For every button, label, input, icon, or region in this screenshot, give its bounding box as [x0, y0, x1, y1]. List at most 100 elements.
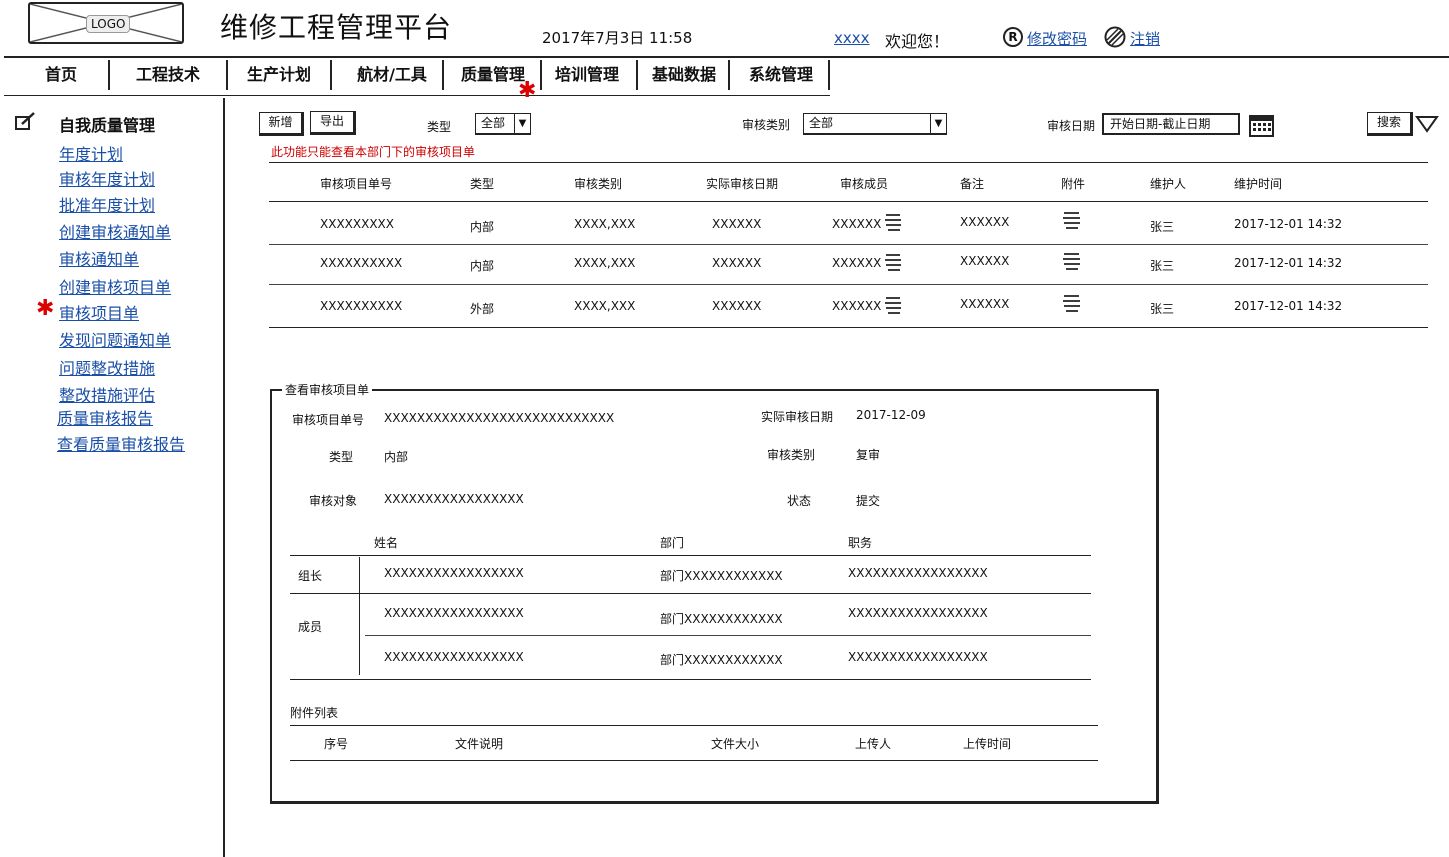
- member-dept-cell: 部门XXXXXXXXXXXX: [660, 653, 783, 667]
- column-header: 维护时间: [1234, 177, 1283, 191]
- category-cell: XXXX,XXX: [574, 299, 636, 313]
- audit-category-label: 审核类别: [742, 118, 791, 132]
- maintain-time-cell: 2017-12-01 14:32: [1234, 256, 1343, 270]
- members-role-divider: [359, 557, 360, 675]
- attachment-column-header: 文件说明: [455, 737, 504, 751]
- permission-notice: 此功能只能查看本部门下的审核项目单: [271, 145, 476, 159]
- nav-engineering[interactable]: 工程技术: [114, 62, 222, 90]
- search-button[interactable]: 搜索: [1367, 112, 1413, 136]
- leader-label: 组长: [298, 569, 323, 583]
- nav-materials-tools[interactable]: 航材/工具: [342, 62, 442, 90]
- sidebar-title: 自我质量管理: [59, 116, 156, 135]
- members-cell: XXXXXX: [832, 256, 882, 270]
- member-title-cell: XXXXXXXXXXXXXXXXX: [848, 650, 988, 664]
- table-bottom-border: [269, 327, 1428, 328]
- nav-base-data[interactable]: 基础数据: [644, 62, 724, 90]
- order-no-cell: XXXXXXXXXX: [320, 299, 403, 313]
- sidebar-item-review-annual-plan[interactable]: 审核年度计划: [59, 166, 155, 190]
- change-password-link[interactable]: 修改密码: [1027, 28, 1087, 49]
- member-list-icon[interactable]: [884, 295, 904, 315]
- logout-icon[interactable]: [1104, 26, 1126, 48]
- sidebar-item-audit-item[interactable]: 审核项目单: [59, 300, 139, 324]
- active-nav-star-icon: ✱: [518, 78, 537, 103]
- order-no-value: XXXXXXXXXXXXXXXXXXXXXXXXXXXX: [384, 411, 615, 425]
- sidebar-item-quality-report[interactable]: 质量审核报告: [57, 405, 153, 429]
- nav-home[interactable]: 首页: [18, 62, 104, 90]
- audit-category-select[interactable]: 全部 ▼: [803, 113, 947, 135]
- column-header: 维护人: [1150, 177, 1187, 191]
- member-label: 成员: [298, 620, 323, 634]
- change-password-icon[interactable]: R: [1003, 27, 1023, 47]
- column-header: 实际审核日期: [706, 177, 779, 191]
- members-header-border: [290, 555, 1091, 556]
- sidebar-item-annual-plan[interactable]: 年度计划: [59, 141, 123, 165]
- column-header: 附件: [1061, 177, 1086, 191]
- sidebar-item-action-evaluation[interactable]: 整改措施评估: [59, 382, 155, 406]
- attachments-title: 附件列表: [290, 706, 339, 720]
- table-top-border: [269, 162, 1428, 163]
- nav-production-plan[interactable]: 生产计划: [232, 62, 326, 90]
- attachment-column-header: 序号: [324, 737, 349, 751]
- calendar-icon[interactable]: [1249, 113, 1275, 139]
- member-column-header: 部门: [660, 536, 685, 550]
- audit-date-label: 审核日期: [1047, 119, 1096, 133]
- nav-system[interactable]: 系统管理: [736, 62, 826, 90]
- nav-separator: [540, 60, 542, 90]
- member-title-cell: XXXXXXXXXXXXXXXXX: [848, 566, 988, 580]
- sidebar-item-corrective-actions[interactable]: 问题整改措施: [59, 355, 155, 379]
- member-list-icon[interactable]: [884, 252, 904, 272]
- active-sidebar-star-icon: ✱: [36, 296, 55, 321]
- sidebar-item-create-audit-item[interactable]: 创建审核项目单: [59, 274, 171, 298]
- sidebar-item-create-audit-notice[interactable]: 创建审核通知单: [59, 219, 171, 243]
- members-bottom-border: [290, 679, 1091, 680]
- member-dept-cell: 部门XXXXXXXXXXXX: [660, 569, 783, 583]
- actual-date-value: 2017-12-09: [856, 408, 926, 422]
- actual-date-cell: XXXXXX: [712, 299, 762, 313]
- sidebar-item-audit-notice[interactable]: 审核通知单: [59, 246, 139, 270]
- row-divider: [290, 593, 1091, 594]
- table-header-border: [269, 201, 1428, 202]
- member-column-header: 姓名: [374, 536, 399, 550]
- audit-target-value: XXXXXXXXXXXXXXXXX: [384, 492, 524, 506]
- nav-separator: [226, 60, 228, 90]
- order-no-cell: XXXXXXXXXX: [320, 256, 403, 270]
- attachment-list-icon[interactable]: [1062, 251, 1082, 271]
- sidebar-item-issue-notice[interactable]: 发现问题通知单: [59, 327, 171, 351]
- status-value: 提交: [856, 494, 881, 508]
- attachment-column-header: 上传时间: [963, 737, 1012, 751]
- column-header: 审核成员: [840, 177, 889, 191]
- new-button[interactable]: 新增: [259, 112, 304, 136]
- sidebar-item-view-quality-report[interactable]: 查看质量审核报告: [57, 431, 185, 455]
- remark-cell: XXXXXX: [960, 297, 1010, 311]
- logout-link[interactable]: 注销: [1130, 28, 1160, 49]
- type-select[interactable]: 全部 ▼: [475, 113, 531, 135]
- header-divider: [4, 56, 1449, 58]
- welcome-text: 欢迎您！: [885, 32, 950, 51]
- nav-training[interactable]: 培训管理: [546, 62, 628, 90]
- maintainer-cell: 张三: [1150, 259, 1175, 273]
- detail-panel-title: 查看审核项目单: [282, 381, 373, 398]
- column-header: 备注: [960, 177, 985, 191]
- row-divider: [269, 284, 1428, 285]
- member-list-icon[interactable]: [884, 212, 904, 232]
- current-datetime: 2017年7月3日 11:58: [542, 29, 693, 47]
- sidebar-item-approve-annual-plan[interactable]: 批准年度计划: [59, 192, 155, 216]
- member-title-cell: XXXXXXXXXXXXXXXXX: [848, 606, 988, 620]
- order-no-label: 审核项目单号: [292, 413, 365, 427]
- audit-date-input[interactable]: 开始日期-截止日期: [1102, 113, 1240, 135]
- member-name-cell: XXXXXXXXXXXXXXXXX: [384, 650, 524, 664]
- detail-type-value: 内部: [384, 450, 409, 464]
- type-cell: 外部: [470, 302, 495, 316]
- audit-target-label: 审核对象: [309, 494, 358, 508]
- username-link[interactable]: xxxx: [834, 29, 870, 47]
- edit-icon: [14, 112, 38, 136]
- actual-date-label: 实际审核日期: [761, 410, 834, 424]
- nav-separator: [828, 60, 830, 90]
- filter-toggle-icon[interactable]: [1415, 114, 1439, 134]
- actual-date-cell: XXXXXX: [712, 217, 762, 231]
- attachment-list-icon[interactable]: [1062, 210, 1082, 230]
- actual-date-cell: XXXXXX: [712, 256, 762, 270]
- attachment-list-icon[interactable]: [1062, 293, 1082, 313]
- export-button[interactable]: 导出: [310, 111, 356, 135]
- maintainer-cell: 张三: [1150, 302, 1175, 316]
